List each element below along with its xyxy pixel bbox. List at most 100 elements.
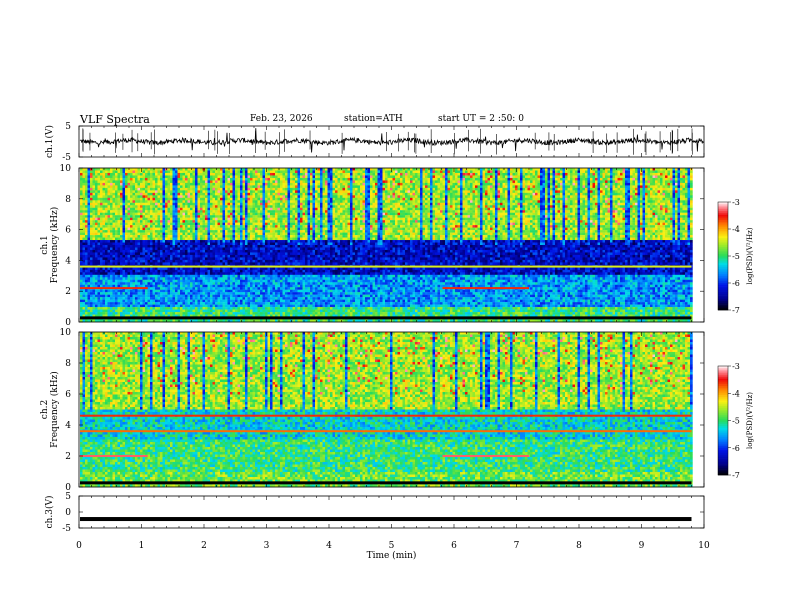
spectrogram-cell: [120, 312, 123, 315]
spectrogram-cell: [163, 195, 166, 198]
spectrogram-cell: [208, 170, 211, 173]
spectrogram-cell: [90, 170, 93, 173]
spectrogram-cell: [125, 245, 128, 248]
spectrogram-cell: [153, 218, 156, 221]
spectrogram-cell: [90, 225, 93, 228]
spectrogram-cell: [233, 190, 236, 193]
spectrogram-cell: [165, 190, 168, 193]
spectrogram-cell: [153, 302, 156, 305]
spectrogram-cell: [258, 240, 261, 243]
spectrogram-cell: [140, 178, 143, 181]
spectrogram-cell: [160, 310, 163, 313]
spectrogram-cell: [173, 173, 176, 176]
spectrogram-cell: [230, 260, 233, 263]
spectrogram-cell: [180, 228, 183, 231]
spectrogram-cell: [175, 285, 178, 288]
spectrogram-cell: [213, 185, 216, 188]
spectrogram-cell: [158, 250, 161, 253]
spectrogram-cell: [143, 307, 146, 310]
spectrogram-cell: [90, 195, 93, 198]
spectrogram-cell: [220, 310, 223, 313]
spectrogram-cell: [258, 255, 261, 258]
spectrogram-cell: [80, 302, 83, 305]
spectrogram-cell: [138, 270, 141, 273]
spectrogram-cell: [208, 297, 211, 300]
spectrogram-cell: [203, 285, 206, 288]
spectrogram-cell: [100, 215, 103, 218]
spectrogram-cell: [185, 213, 188, 216]
spectrogram-cell: [128, 307, 131, 310]
spectrogram-cell: [115, 302, 118, 305]
spectrogram-cell: [180, 275, 183, 278]
spectrogram-cell: [115, 257, 118, 260]
spectrogram-cell: [170, 203, 173, 206]
spectrogram-cell: [148, 302, 151, 305]
spectrogram-cell: [120, 230, 123, 233]
spectrogram-cell: [90, 238, 93, 241]
spectrogram-cell: [115, 285, 118, 288]
spectrogram-cell: [88, 235, 91, 238]
spectrogram-cell: [215, 200, 218, 203]
spectrogram-cell: [125, 213, 128, 216]
spectrogram-cell: [108, 173, 111, 176]
spectrogram-cell: [93, 200, 96, 203]
spectrogram-cell: [120, 277, 123, 280]
spectrogram-cell: [165, 208, 168, 211]
spectrogram-cell: [110, 292, 113, 295]
y-tick-label: 5: [65, 122, 71, 132]
spectrogram-cell: [115, 203, 118, 206]
spectrogram-cell: [148, 285, 151, 288]
spectrogram-cell: [180, 240, 183, 243]
spectrogram-cell: [205, 305, 208, 308]
spectrogram-cell: [153, 282, 156, 285]
spectrogram-cell: [140, 275, 143, 278]
spectrogram-cell: [143, 193, 146, 196]
spectrogram-cell: [250, 180, 253, 183]
spectrogram-cell: [90, 203, 93, 206]
spectrogram-cell: [88, 290, 91, 293]
spectrogram-cell: [128, 292, 131, 295]
spectrogram-cell: [160, 275, 163, 278]
spectrogram-cell: [103, 240, 106, 243]
spectrogram-cell: [95, 275, 98, 278]
spectrogram-cell: [135, 250, 138, 253]
spectrogram-cell: [128, 238, 131, 241]
spectrogram-cell: [240, 213, 243, 216]
spectrogram-cell: [225, 230, 228, 233]
spectrogram-cell: [230, 233, 233, 236]
spectrogram-cell: [258, 277, 261, 280]
spectrogram-cell: [235, 188, 238, 191]
spectrogram-cell: [235, 267, 238, 270]
y-axis-label: ch.1(V): [44, 125, 55, 158]
spectrogram-cell: [190, 213, 193, 216]
spectrogram-cell: [213, 262, 216, 265]
spectrogram-cell: [110, 282, 113, 285]
spectrogram-cell: [198, 195, 201, 198]
spectrogram-cell: [185, 245, 188, 248]
spectrogram-cell: [243, 220, 246, 223]
spectrogram-cell: [125, 310, 128, 313]
spectrogram-cell: [143, 270, 146, 273]
spectrogram-cell: [155, 228, 158, 231]
spectrogram-cell: [88, 220, 91, 223]
spectrogram-cell: [105, 297, 108, 300]
spectrogram-cell: [220, 200, 223, 203]
spectrogram-cell: [145, 203, 148, 206]
spectrogram-cell: [98, 205, 101, 208]
spectrogram-cell: [165, 173, 168, 176]
spectrogram-cell: [188, 292, 191, 295]
spectrogram-cell: [153, 275, 156, 278]
spectrogram-cell: [140, 215, 143, 218]
spectrogram-cell: [183, 230, 186, 233]
spectrogram-cell: [165, 178, 168, 181]
spectrogram-cell: [228, 193, 231, 196]
spectrogram-cell: [83, 203, 86, 206]
spectrogram-cell: [188, 228, 191, 231]
spectrogram-cell: [205, 260, 208, 263]
spectrogram-cell: [140, 305, 143, 308]
spectrogram-cell: [235, 220, 238, 223]
spectrogram-cell: [183, 208, 186, 211]
spectrogram-cell: [95, 175, 98, 178]
spectrogram-cell: [250, 270, 253, 273]
spectrogram-cell: [215, 213, 218, 216]
